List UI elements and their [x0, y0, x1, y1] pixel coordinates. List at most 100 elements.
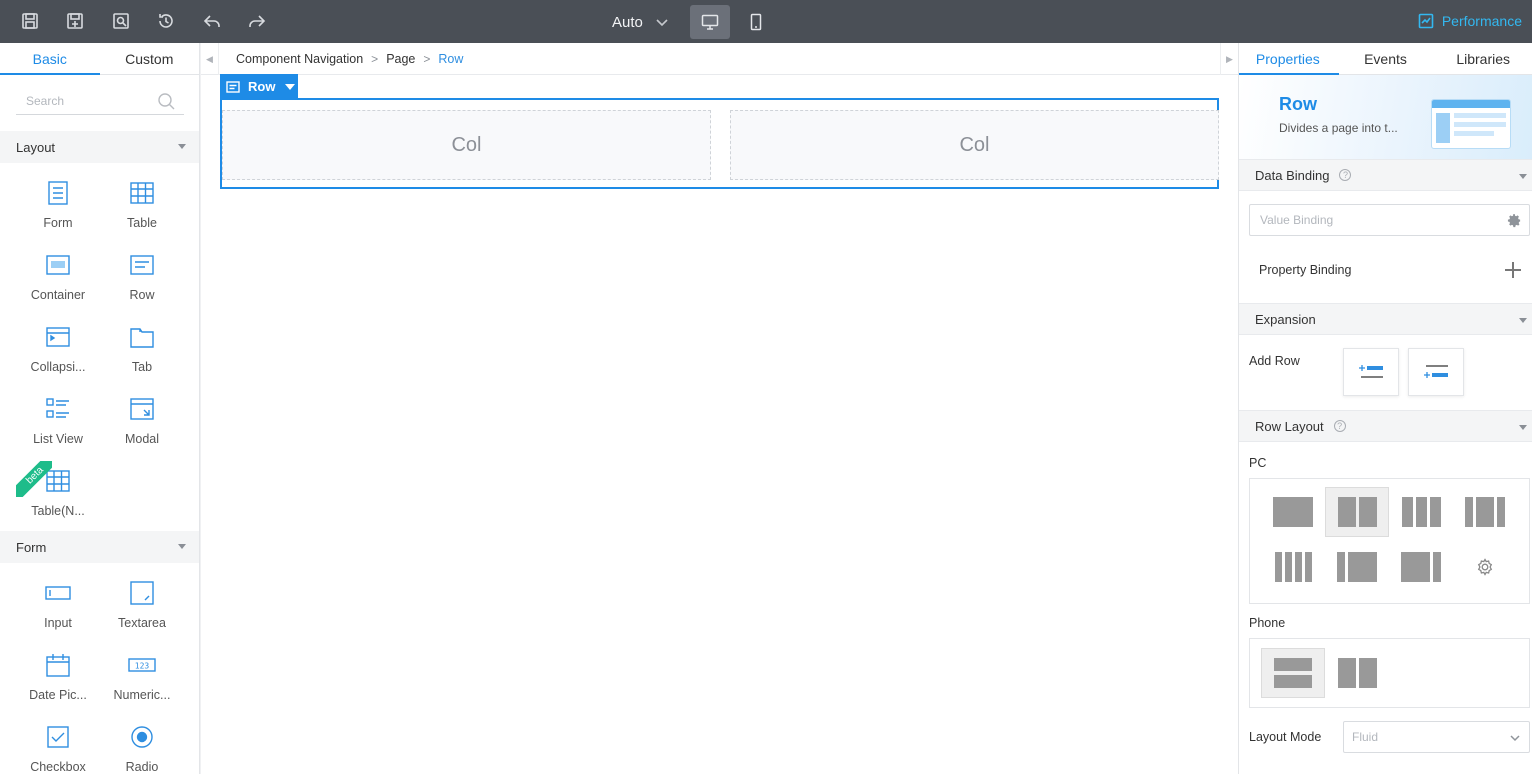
component-input[interactable]: Input [16, 573, 100, 639]
desktop-view-button[interactable] [690, 5, 730, 39]
section-title: Row Layout [1255, 418, 1324, 434]
chevron-down-icon [1510, 735, 1520, 742]
component-tab[interactable]: Tab [100, 317, 184, 383]
search-input[interactable] [16, 93, 146, 108]
component-table[interactable]: Table [100, 173, 184, 239]
component-row[interactable]: Row [100, 245, 184, 311]
component-title: Row [1279, 94, 1317, 114]
layout-option-3-1[interactable] [1389, 542, 1453, 592]
phone-view-button[interactable] [736, 5, 776, 39]
section-layout[interactable]: Layout [0, 131, 199, 163]
collapse-left-panel-button[interactable]: ◀ [201, 43, 219, 75]
component-label: Form [43, 216, 73, 230]
component-checkbox[interactable]: Checkbox [16, 717, 100, 774]
history-icon[interactable] [153, 8, 179, 34]
caret-down-icon [1519, 318, 1527, 323]
component-table-new[interactable]: Table(N... [16, 461, 100, 527]
component-label: Checkbox [30, 760, 86, 774]
component-radio[interactable]: Radio [100, 717, 184, 774]
component-label: Table [127, 216, 157, 230]
caret-down-icon[interactable] [285, 83, 296, 90]
chevron-right-icon: > [423, 52, 431, 66]
add-row-label: Add Row [1249, 354, 1300, 368]
calendar-icon [46, 654, 70, 677]
row-component[interactable]: Col Col [220, 98, 1219, 189]
add-row-above-button[interactable] [1343, 348, 1399, 396]
row-icon [226, 80, 240, 93]
layout-option-3-col[interactable] [1389, 487, 1453, 537]
component-label: Textarea [118, 616, 166, 630]
value-binding-field [1249, 204, 1530, 236]
phone-label: Phone [1249, 616, 1286, 630]
gear-icon [1477, 558, 1493, 576]
pc-layout-options [1249, 478, 1530, 604]
viewport-value: Auto [612, 13, 643, 31]
layout-option-2-col[interactable] [1325, 487, 1389, 537]
active-tab-indicator [0, 73, 100, 75]
property-binding-label: Property Binding [1259, 263, 1352, 277]
viewport-select[interactable]: Auto [612, 12, 669, 32]
selected-component-label: Row [248, 79, 276, 94]
undo-icon[interactable] [199, 8, 225, 34]
selected-component-tag[interactable]: Row [220, 74, 298, 99]
add-row-below-button[interactable] [1408, 348, 1464, 396]
design-canvas: ◀ Component Navigation > Page > Row ▶ Ro… [201, 43, 1238, 774]
table-icon [46, 470, 70, 492]
section-row-layout[interactable]: Row Layout ? [1239, 410, 1532, 442]
component-label: Tab [131, 360, 153, 374]
component-label: Radio [125, 760, 159, 774]
add-row-above-icon [1359, 365, 1383, 378]
help-icon[interactable]: ? [1333, 420, 1346, 432]
phone-layout-stacked[interactable] [1261, 648, 1325, 698]
component-collapse[interactable]: Collapsi... [16, 317, 100, 383]
component-form[interactable]: Form [16, 173, 100, 239]
breadcrumb-item[interactable]: Page [386, 52, 415, 66]
layout-option-1-col[interactable] [1261, 487, 1325, 537]
help-icon[interactable]: ? [1339, 169, 1352, 181]
layout-option-1-2-1[interactable] [1453, 487, 1517, 537]
tab-basic[interactable]: Basic [0, 43, 100, 74]
performance-button[interactable]: Performance [1418, 13, 1522, 29]
col-component[interactable]: Col [730, 110, 1219, 180]
breadcrumb-current[interactable]: Row [438, 52, 463, 66]
collapse-icon [46, 327, 70, 347]
search-icon[interactable] [156, 91, 176, 111]
tab-properties[interactable]: Properties [1239, 43, 1337, 74]
col-component[interactable]: Col [222, 110, 711, 180]
phone-layout-side-by-side[interactable] [1325, 648, 1389, 698]
tab-events[interactable]: Events [1337, 43, 1435, 74]
component-illustration [1431, 99, 1511, 149]
section-title: Data Binding [1255, 167, 1330, 183]
breadcrumb-item[interactable]: Component Navigation [236, 52, 363, 66]
pc-label: PC [1249, 456, 1267, 470]
section-form[interactable]: Form [0, 531, 199, 563]
tab-libraries[interactable]: Libraries [1434, 43, 1532, 74]
section-data-binding[interactable]: Data Binding ? [1239, 159, 1532, 191]
table-icon [130, 182, 154, 204]
redo-icon[interactable] [244, 8, 270, 34]
tab-custom[interactable]: Custom [100, 43, 200, 74]
component-textarea[interactable]: Textarea [100, 573, 184, 639]
component-container[interactable]: Container [16, 245, 100, 311]
section-expansion[interactable]: Expansion [1239, 303, 1532, 335]
component-tabs: Basic Custom [0, 43, 199, 75]
collapse-right-panel-button[interactable]: ▶ [1220, 43, 1238, 75]
preview-icon[interactable] [108, 8, 134, 34]
layout-mode-select[interactable]: Fluid [1343, 721, 1530, 753]
layout-option-custom[interactable] [1453, 542, 1517, 592]
layout-option-4-col[interactable] [1261, 542, 1325, 592]
gear-icon[interactable] [1507, 213, 1522, 228]
save-icon[interactable] [17, 8, 43, 34]
layout-option-1-3[interactable] [1325, 542, 1389, 592]
section-layout-label: Layout [16, 139, 56, 155]
value-binding-input[interactable] [1250, 213, 1490, 227]
add-property-binding-button[interactable] [1504, 261, 1522, 279]
component-search [16, 87, 184, 115]
component-date-picker[interactable]: Date Pic... [16, 645, 100, 711]
save-as-icon[interactable] [62, 8, 88, 34]
component-label: Input [44, 616, 72, 630]
component-list-view[interactable]: List View [16, 389, 100, 455]
component-numeric[interactable]: 123 Numeric... [100, 645, 184, 711]
row-icon [130, 255, 154, 275]
component-modal[interactable]: Modal [100, 389, 184, 455]
